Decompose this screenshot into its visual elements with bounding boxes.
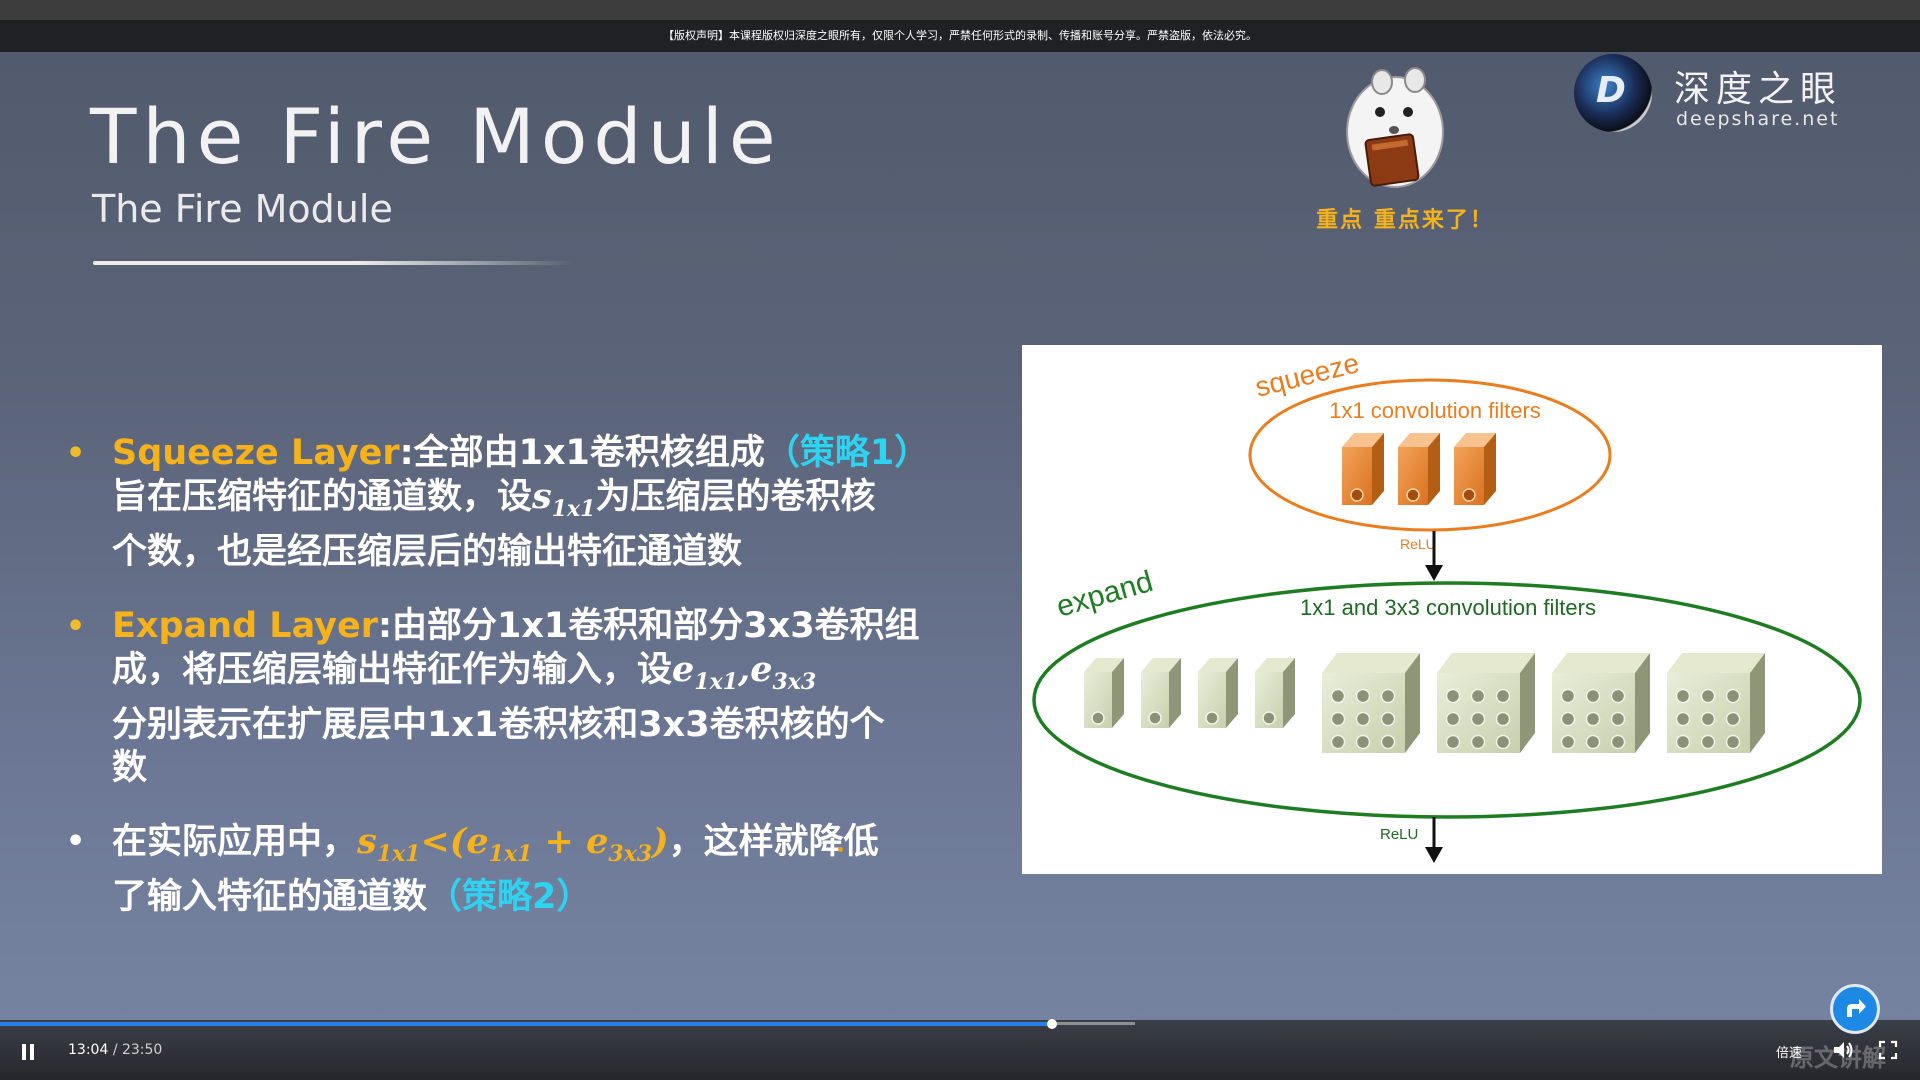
slide: The Fire Module The Fire Module 重点 重点来了！… [0, 52, 1920, 1020]
squeeze-label: squeeze [1252, 347, 1362, 403]
pause-bar-icon [22, 1044, 26, 1060]
expand-filters-label: 1x1 and 3x3 convolution filters [1300, 595, 1596, 620]
volume-icon[interactable] [1832, 1040, 1854, 1060]
expand-3x3-filter [1551, 652, 1651, 754]
expand-1x1-filter [1141, 658, 1181, 728]
bullet-dot: • [66, 609, 86, 644]
pause-bar-icon [30, 1044, 34, 1060]
ineq-e1-sub: 1x1 [488, 841, 533, 867]
squeeze-filter-block [1454, 433, 1496, 505]
e-subscript-1: 1x1 [694, 669, 739, 695]
squeeze-text-3: 为压缩层的卷积核 [595, 477, 876, 517]
bullet-dot: • [66, 436, 86, 471]
expand-1x1-filter [1084, 658, 1124, 728]
ineq-s-sub: 1x1 [376, 841, 421, 867]
ineq-s: s [357, 821, 377, 862]
expand-text-4: 数 [112, 748, 148, 788]
ineq-e1: e [466, 821, 489, 862]
squeeze-filters-label: 1x1 convolution filters [1329, 398, 1541, 423]
expand-text-1: :由部分1x1卷积和部分3x3卷积组 [377, 606, 920, 646]
squeeze-text-1: :全部由1x1卷积核组成 [399, 433, 765, 473]
squeeze-text-4: 个数，也是经压缩层后的输出特征通道数 [112, 532, 743, 572]
s-subscript: 1x1 [551, 496, 596, 522]
ineq-e2: e [586, 821, 609, 862]
e-subscript-2: 3x3 [772, 669, 817, 695]
e-comma: , [738, 649, 751, 690]
logo-letter: D [1596, 70, 1626, 111]
e-symbol-1: e [672, 649, 695, 690]
arrow-head-icon [1425, 565, 1443, 581]
expand-3x3-filter [1322, 653, 1420, 753]
strategy-2-tag: （策略2） [427, 877, 592, 917]
squeeze-heading: Squeeze Layer [112, 433, 400, 473]
logo-domain: deepshare.net [1676, 108, 1840, 130]
expand-text-2: 成，将压缩层输出特征作为输入，设 [112, 650, 673, 690]
squeeze-filter-block [1398, 433, 1440, 505]
share-arrow-icon [1847, 999, 1866, 1017]
s-symbol: s [532, 476, 552, 517]
expand-heading: Expand Layer [112, 606, 378, 646]
logo-chinese-name: 深度之眼 [1674, 69, 1843, 110]
fire-module-figure: squeeze 1x1 convolution filters ReLU exp… [1022, 345, 1882, 874]
deepshare-logo: D 深度之眼 deepshare.net [1572, 52, 1872, 142]
copyright-notice: 【版权声明】本课程版权归深度之眼所有，仅限个人学习，严禁任何形式的录制、传播和账… [0, 20, 1920, 52]
browser-top-strip [0, 0, 1920, 20]
expand-1x1-filter [1198, 658, 1238, 728]
ineq-e2-sub: 3x3 [608, 841, 653, 867]
time-display: 13:04 / 23:50 [68, 1042, 162, 1058]
share-button[interactable] [1830, 984, 1880, 1034]
expand-label: expand [1053, 565, 1157, 624]
expand-text-3: 分别表示在扩展层中1x1卷积核和3x3卷积核的个 [112, 705, 885, 745]
logo-eye-icon: D [1574, 54, 1652, 132]
relu-label-squeeze: ReLU [1400, 536, 1436, 552]
mascot-caption: 重点 重点来了！ [1316, 208, 1494, 233]
arrow-head-icon [1425, 847, 1443, 863]
pause-button[interactable] [22, 1044, 36, 1060]
squeeze-filter-block [1342, 433, 1384, 505]
video-control-bar [0, 1020, 1920, 1080]
slide-title: The Fire Module [90, 92, 782, 181]
ineq-lt: <( [420, 821, 467, 862]
expand-3x3-filter [1436, 652, 1536, 754]
practice-text-1: 在实际应用中， [112, 822, 358, 862]
playback-speed-button[interactable]: 倍速 [1776, 1042, 1802, 1061]
current-time: 13:04 [68, 1042, 109, 1058]
practice-text-2: ，这样就降低 [668, 822, 879, 862]
fire-module-diagram: squeeze 1x1 convolution filters ReLU exp… [1032, 347, 1862, 863]
bullet-dot: • [66, 824, 86, 859]
expand-1x1-filter [1255, 658, 1295, 728]
fullscreen-icon[interactable] [1878, 1040, 1898, 1060]
relu-label-expand: ReLU [1380, 826, 1418, 843]
strategy-1-tag: （策略1） [764, 433, 930, 473]
e-symbol-2: e [750, 649, 773, 690]
hamster-mascot-icon [1346, 67, 1444, 188]
expand-3x3-filter [1666, 652, 1766, 754]
squeeze-text-2: 旨在压缩特征的通道数，设 [112, 477, 533, 517]
ineq-close: ) [652, 821, 669, 862]
progress-fill [0, 1022, 1053, 1026]
decorative-dot [838, 847, 843, 852]
inequality: s1x1<(e1x1 + e3x3) [357, 821, 669, 867]
total-time: 23:50 [121, 1042, 163, 1058]
slide-subtitle: The Fire Module [92, 187, 393, 231]
practice-text-3: 了输入特征的通道数 [112, 877, 428, 917]
time-separator: / [112, 1042, 118, 1058]
title-underline [93, 261, 573, 265]
ineq-plus: + [532, 821, 587, 862]
